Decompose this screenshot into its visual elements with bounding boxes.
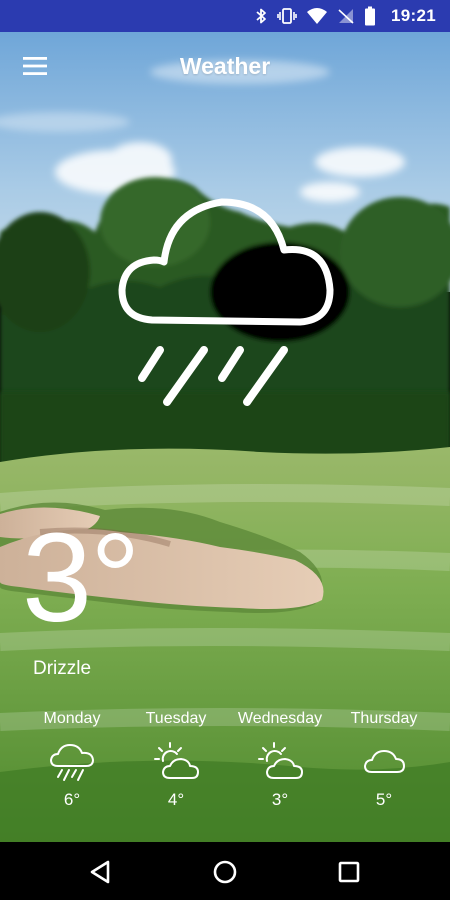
forecast-day-name: Wednesday xyxy=(237,710,323,727)
forecast-day-monday[interactable]: Monday 6° xyxy=(20,708,124,810)
back-icon[interactable] xyxy=(84,855,118,889)
forecast-temperature: 5° xyxy=(375,790,393,809)
app-bar: Weather xyxy=(0,32,450,102)
current-condition: Drizzle xyxy=(33,658,92,679)
forecast-day-thursday[interactable]: Thursday 5° xyxy=(332,708,436,810)
rain-cloud-icon xyxy=(118,198,334,406)
status-time: 19:21 xyxy=(391,6,436,25)
cloud-icon xyxy=(364,750,405,773)
forecast-row: Monday 6° Tuesday 4° Wednesday 3° Thursd… xyxy=(0,708,450,823)
forecast-day-tuesday[interactable]: Tuesday 4° xyxy=(124,708,228,810)
no-signal-icon xyxy=(338,9,354,24)
recents-icon[interactable] xyxy=(332,855,366,889)
forecast-temperature: 6° xyxy=(63,790,81,809)
weather-app-screen: 19:21 Weather 3° Drizzle Monday 6° Tuesd… xyxy=(0,0,450,900)
wifi-icon xyxy=(307,8,328,24)
forecast-day-name: Thursday xyxy=(350,710,418,727)
forecast-temperature: 3° xyxy=(271,790,289,809)
drizzle-icon xyxy=(50,744,94,781)
current-temperature: 3° xyxy=(22,507,140,648)
forecast-day-wednesday[interactable]: Wednesday 3° xyxy=(228,708,332,810)
forecast-day-name: Tuesday xyxy=(145,710,207,727)
battery-icon xyxy=(365,6,376,26)
forecast-temperature: 4° xyxy=(167,790,185,809)
status-bar: 19:21 xyxy=(0,0,450,32)
vibrate-icon xyxy=(277,8,297,24)
bluetooth-icon xyxy=(256,8,266,24)
app-title: Weather xyxy=(179,53,271,79)
partly-sunny-icon xyxy=(258,742,303,779)
partly-sunny-icon xyxy=(154,742,199,779)
navigation-bar xyxy=(0,842,450,900)
forecast-day-name: Monday xyxy=(43,710,101,727)
home-icon[interactable] xyxy=(208,855,242,889)
